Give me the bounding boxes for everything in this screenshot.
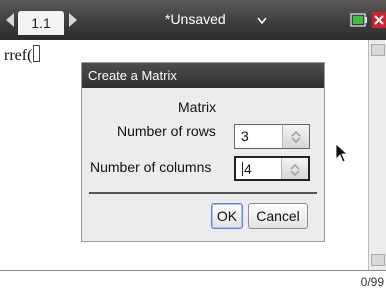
command-entry-line[interactable]: rref( — [4, 45, 41, 65]
scroll-up-arrow-icon[interactable] — [371, 44, 385, 56]
entry-cursor — [33, 45, 41, 62]
matrix-section-label: Matrix — [178, 99, 217, 115]
battery-icon — [350, 13, 367, 27]
document-title[interactable]: *Unsaved — [165, 11, 226, 27]
next-page-arrow-icon[interactable] — [69, 13, 77, 27]
mouse-pointer-icon — [335, 143, 349, 163]
document-menu-chevron-icon[interactable] — [257, 16, 267, 26]
ok-button[interactable]: OK — [211, 203, 243, 229]
top-toolbar: 1.1 *Unsaved — [0, 0, 386, 40]
columns-label: Number of columns — [90, 159, 212, 175]
columns-value: 4 — [244, 161, 252, 177]
rows-value[interactable]: 3 — [241, 128, 249, 144]
dialog-title: Create a Matrix — [82, 63, 324, 88]
cancel-button[interactable]: Cancel — [248, 203, 308, 229]
page-tab[interactable]: 1.1 — [18, 11, 64, 35]
rows-stepper-arrows-icon[interactable] — [282, 125, 309, 148]
columns-stepper[interactable]: 4 — [234, 156, 310, 181]
command-text: rref( — [4, 47, 33, 64]
character-count: 0/99 — [360, 275, 384, 289]
rows-label: Number of rows — [117, 123, 216, 139]
close-document-icon[interactable] — [372, 12, 386, 28]
text-caret — [242, 162, 243, 176]
create-matrix-dialog: Create a Matrix Matrix Number of rows 3 … — [82, 63, 324, 241]
previous-page-arrow-icon[interactable] — [6, 13, 14, 27]
columns-stepper-arrows-icon[interactable] — [281, 158, 308, 179]
scroll-down-arrow-icon[interactable] — [371, 254, 385, 266]
rows-stepper[interactable]: 3 — [234, 124, 310, 149]
status-bar: 0/99 — [0, 270, 386, 292]
vertical-scrollbar[interactable] — [368, 40, 386, 270]
columns-value-field[interactable]: 4 — [242, 161, 252, 177]
dialog-separator — [89, 192, 317, 194]
